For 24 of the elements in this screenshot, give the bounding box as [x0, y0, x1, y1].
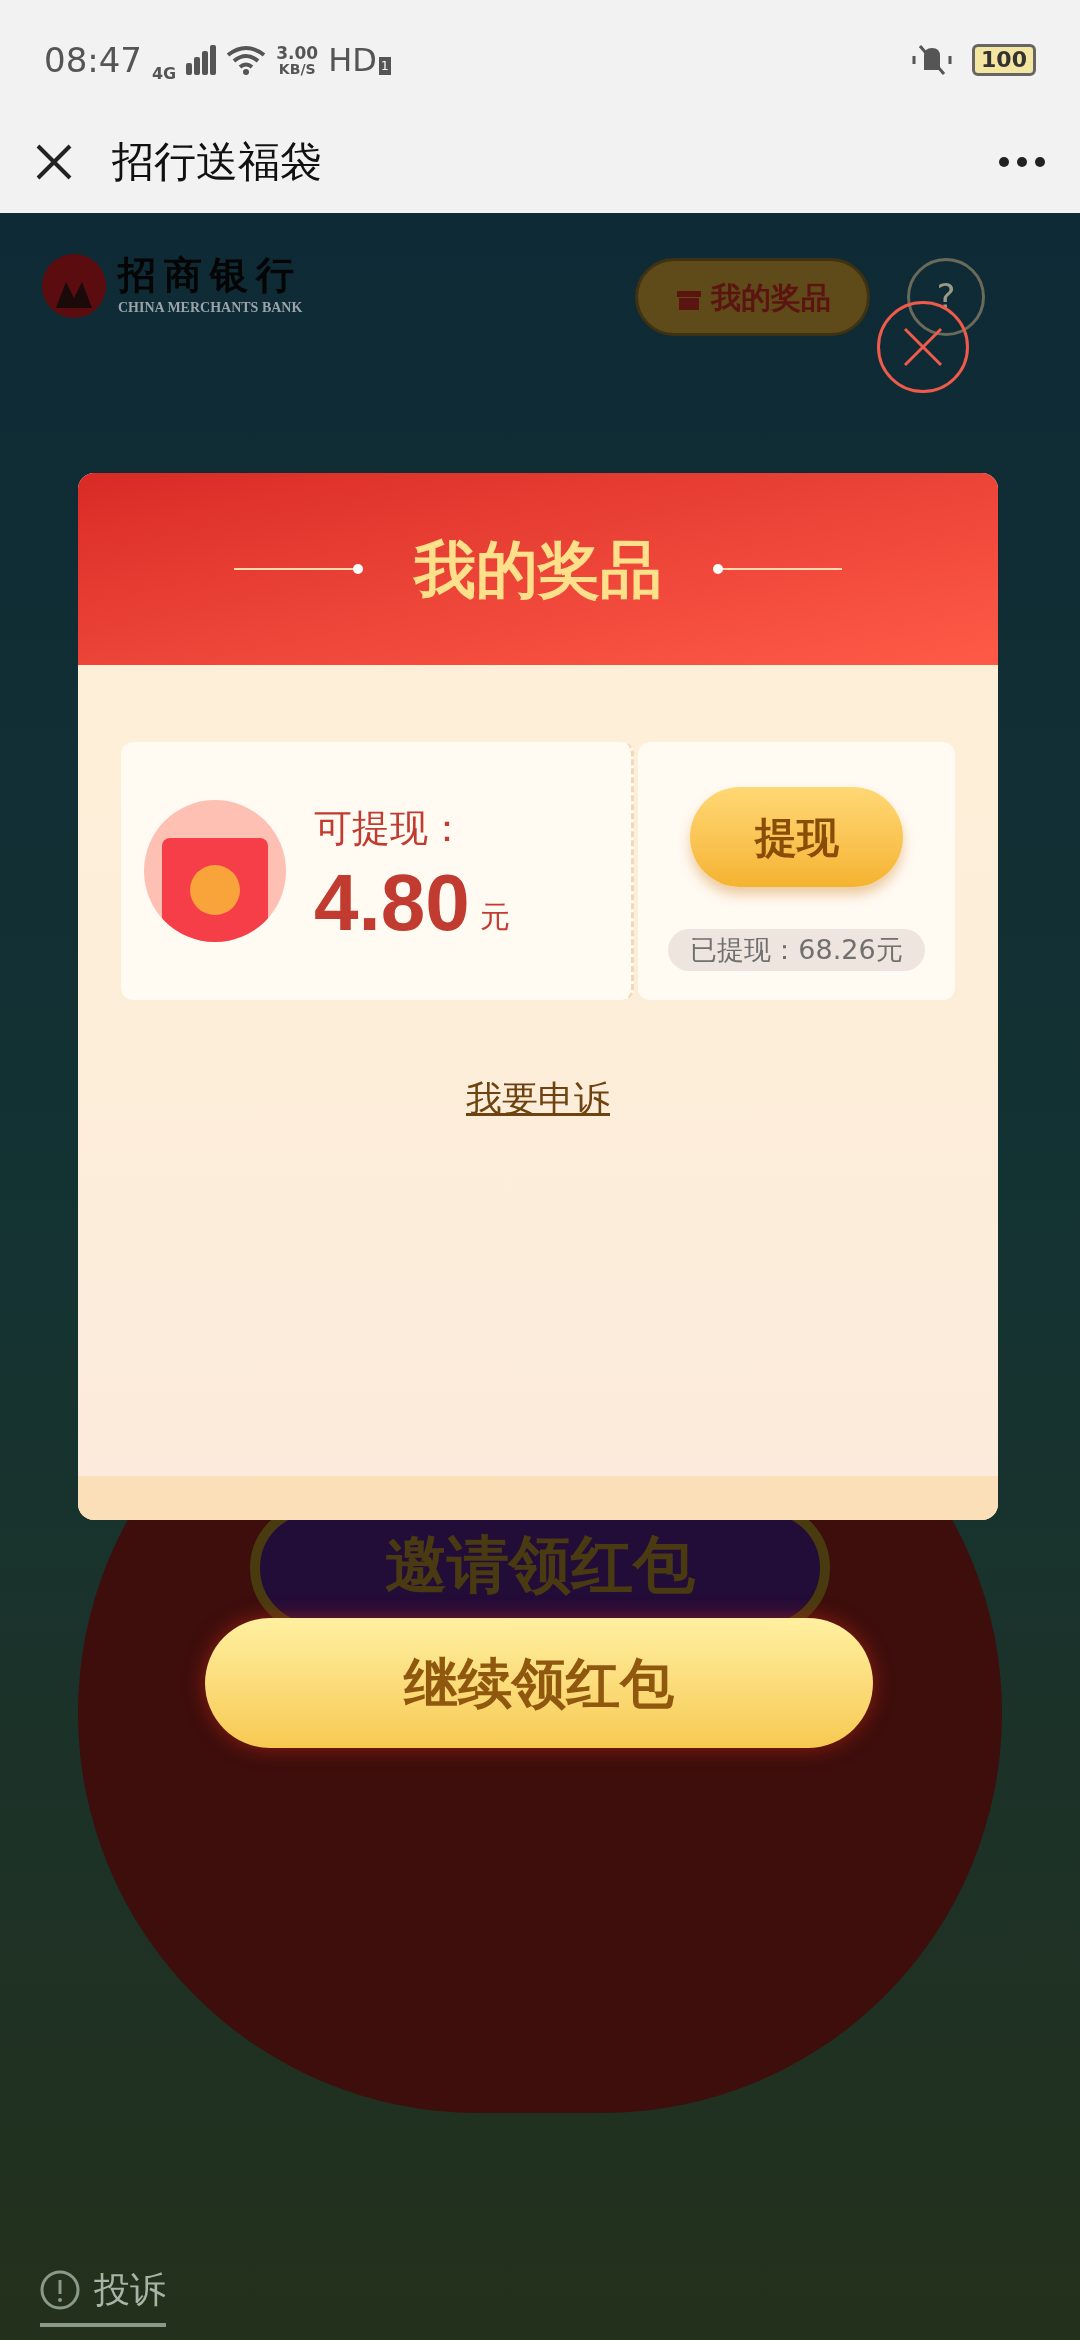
info-icon — [40, 2270, 80, 2310]
sim-indicator: 1 — [378, 57, 391, 75]
wifi-icon — [226, 45, 267, 75]
withdrawn-total: 已提现：68.26元 — [668, 929, 925, 971]
more-icon[interactable] — [998, 155, 1046, 168]
page-title: 招行送福袋 — [112, 136, 322, 188]
withdrawable-label: 可提现： — [314, 804, 467, 852]
continue-button[interactable]: 继续领红包 — [205, 1618, 873, 1748]
speed-unit: KB/S — [278, 61, 316, 76]
currency-unit: 元 — [479, 897, 510, 936]
dialog-title: 我的奖品 — [414, 531, 662, 608]
network-type: 4G — [152, 63, 177, 85]
mute-vibrate-icon — [910, 42, 955, 78]
withdraw-button[interactable]: 提现 — [690, 787, 903, 887]
hd-indicator: HD — [328, 40, 377, 81]
signal-icon — [186, 45, 217, 75]
close-icon — [901, 325, 945, 369]
appeal-link[interactable]: 我要申诉 — [466, 1072, 610, 1126]
clock-time: 08:47 — [44, 38, 142, 82]
bank-name-english: CHINA MERCHANTS BANK — [118, 299, 303, 317]
battery-level: 100 — [972, 44, 1036, 76]
network-speed: 3.00 — [276, 44, 319, 62]
complaint-link[interactable]: 投诉 — [94, 2263, 166, 2317]
withdrawable-amount: 4.80 — [314, 862, 470, 943]
